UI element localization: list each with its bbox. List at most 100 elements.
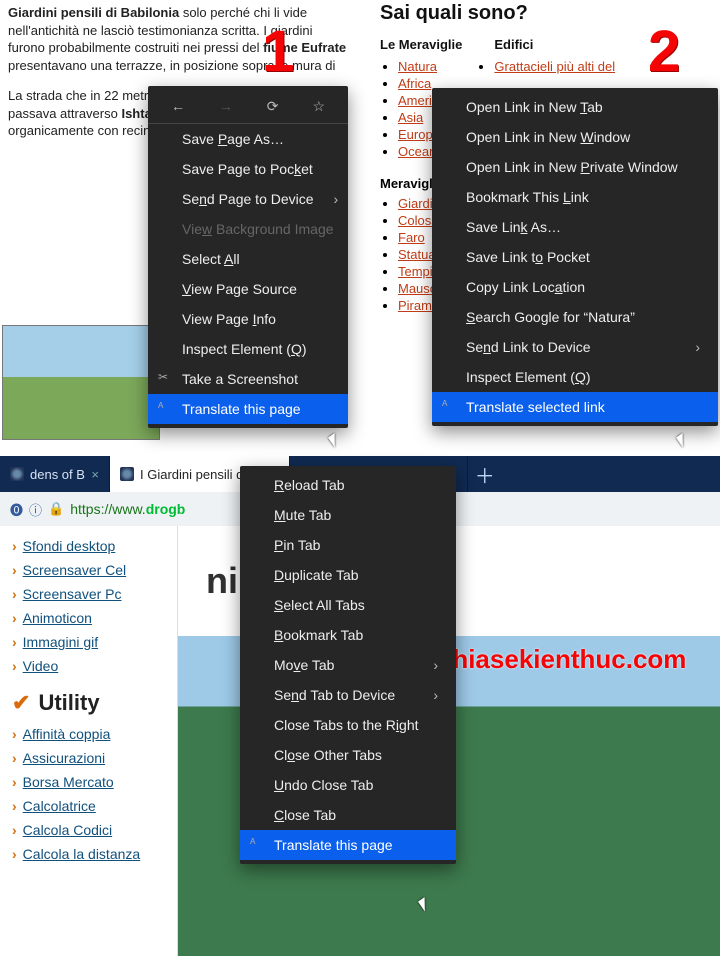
menu-item[interactable]: Open Link in New Tab [432,92,718,122]
menu-item[interactable]: Duplicate Tab [240,560,456,590]
new-tab-button[interactable]: ＋ [468,456,502,492]
shield-icon[interactable]: ⓿ [10,500,23,519]
menu-item-label: Bookmark Tab [274,627,363,643]
callout-number-2: 2 [648,18,680,85]
menu-item[interactable]: Move Tab› [240,650,456,680]
sidebar-item[interactable]: Assicurazioni [12,746,165,770]
link-item[interactable]: Statua [398,247,436,262]
menu-item-label: Select All [182,251,240,267]
menu-item[interactable]: Reload Tab [240,470,456,500]
menu-item[interactable]: Pin Tab [240,530,456,560]
menu-item-label: Bookmark This Link [466,189,589,205]
sidebar-link[interactable]: Video [23,658,59,674]
menu-item[interactable]: Search Google for “Natura” [432,302,718,332]
menu-item[interactable]: Close Tabs to the Right [240,710,456,740]
callout-number-1: 1 [262,18,294,85]
sidebar-item[interactable]: Animoticon [12,606,165,630]
cursor-icon [328,428,348,447]
menu-item-label: Take a Screenshot [182,371,298,387]
menu-item-label: Save Page to Pocket [182,161,313,177]
menu-item-label: Inspect Element (Q) [466,369,591,385]
menu-item[interactable]: Send Link to Device› [432,332,718,362]
menu-item[interactable]: Open Link in New Window [432,122,718,152]
check-icon: ✔ [12,690,30,716]
sidebar-link[interactable]: Screensaver Pc [23,586,122,602]
sidebar-item[interactable]: Screensaver Pc [12,582,165,606]
menu-item[interactable]: Inspect Element (Q) [148,334,348,364]
menu-item-label: Move Tab [274,657,334,673]
menu-item-label: Translate selected link [466,399,605,415]
menu-item-label: Send Tab to Device [274,687,395,703]
menu-item[interactable]: ✂Take a Screenshot [148,364,348,394]
menu-item[interactable]: Select All [148,244,348,274]
menu-item-label: Undo Close Tab [274,777,373,793]
submenu-arrow-icon: › [413,687,438,703]
sidebar-link[interactable]: Screensaver Cel [23,562,127,578]
menu-item-label: Close Other Tabs [274,747,382,763]
menu-item[interactable]: Save Link As… [432,212,718,242]
sidebar-link[interactable]: Sfondi desktop [23,538,116,554]
sidebar: Sfondi desktop Screensaver Cel Screensaver… [0,526,178,956]
sidebar-link[interactable]: Immagini gif [23,634,98,650]
sidebar-link[interactable]: Assicurazioni [23,750,105,766]
close-icon[interactable]: × [91,467,99,482]
menu-item-label: Translate this page [274,837,393,853]
sidebar-item[interactable]: Calcola Codici [12,818,165,842]
menu-item[interactable]: Open Link in New Private Window [432,152,718,182]
menu-item[interactable]: View Page Info [148,304,348,334]
menu-item[interactable]: Send Tab to Device › [240,680,456,710]
menu-item[interactable]: Bookmark Tab [240,620,456,650]
menu-item[interactable]: Close Other Tabs [240,740,456,770]
forward-icon[interactable]: → [219,98,233,115]
bookmark-icon[interactable]: ☆ [312,98,325,115]
lock-icon: 🔒 [48,501,64,517]
menu-item[interactable]: Undo Close Tab [240,770,456,800]
sidebar-item[interactable]: Video [12,654,165,678]
sidebar-item[interactable]: Calcolatrice [12,794,165,818]
sidebar-item[interactable]: Borsa Mercato [12,770,165,794]
back-icon[interactable]: ← [171,98,185,115]
reload-icon[interactable]: ⟳ [267,98,279,115]
menu-item-label: Duplicate Tab [274,567,359,583]
browser-tab[interactable]: dens of B × [0,456,110,492]
menu-item[interactable]: Save Link to Pocket [432,242,718,272]
menu-item[interactable]: Save Page to Pocket [148,154,348,184]
menu-item[interactable]: Copy Link Location [432,272,718,302]
sidebar-link[interactable]: Borsa Mercato [23,774,114,790]
info-icon[interactable]: ⓘ [29,500,42,519]
menu-item[interactable]: Bookmark This Link [432,182,718,212]
menu-item[interactable]: Send Page to Device› [148,184,348,214]
sidebar-item[interactable]: Screensaver Cel [12,558,165,582]
sidebar-link[interactable]: Calcolatrice [23,798,96,814]
sidebar-item[interactable]: Sfondi desktop [12,534,165,558]
sidebar-link[interactable]: Calcola la distanza [23,846,141,862]
menu-item[interactable]: View Page Source [148,274,348,304]
link-item[interactable]: Faro [398,230,425,245]
menu-item-label: Send Page to Device [182,191,314,207]
menu-item[interactable]: Select All Tabs [240,590,456,620]
menu-item[interactable]: ᴬTranslate this page [148,394,348,424]
menu-item[interactable]: Close Tab [240,800,456,830]
tab-title: dens of B [30,467,85,482]
menu-item[interactable]: ᴬTranslate selected link [432,392,718,422]
sidebar-link[interactable]: Affinità coppia [23,726,111,742]
menu-item[interactable]: Mute Tab [240,500,456,530]
link-item[interactable]: Africa [398,76,431,91]
article-bold-1: Giardini pensili di Babilonia [8,5,179,20]
sidebar-item[interactable]: Affinità coppia [12,722,165,746]
sidebar-item[interactable]: Immagini gif [12,630,165,654]
menu-item-label: Save Page As… [182,131,284,147]
menu-item[interactable]: Inspect Element (Q) [432,362,718,392]
menu-item-label: Select All Tabs [274,597,365,613]
menu-item-label: Search Google for “Natura” [466,309,635,325]
menu-item[interactable]: Save Page As… [148,124,348,154]
menu-item[interactable]: ᴬTranslate this page [240,830,456,860]
link-item[interactable]: Natura [398,59,437,74]
link-item[interactable]: Grattacieli più alti del [494,59,615,74]
sidebar-category: ✔ Utility [12,690,165,716]
sidebar-link[interactable]: Animoticon [23,610,92,626]
menu-item-label: Mute Tab [274,507,331,523]
sidebar-item[interactable]: Calcola la distanza [12,842,165,866]
link-item[interactable]: Asia [398,110,423,125]
sidebar-link[interactable]: Calcola Codici [23,822,112,838]
